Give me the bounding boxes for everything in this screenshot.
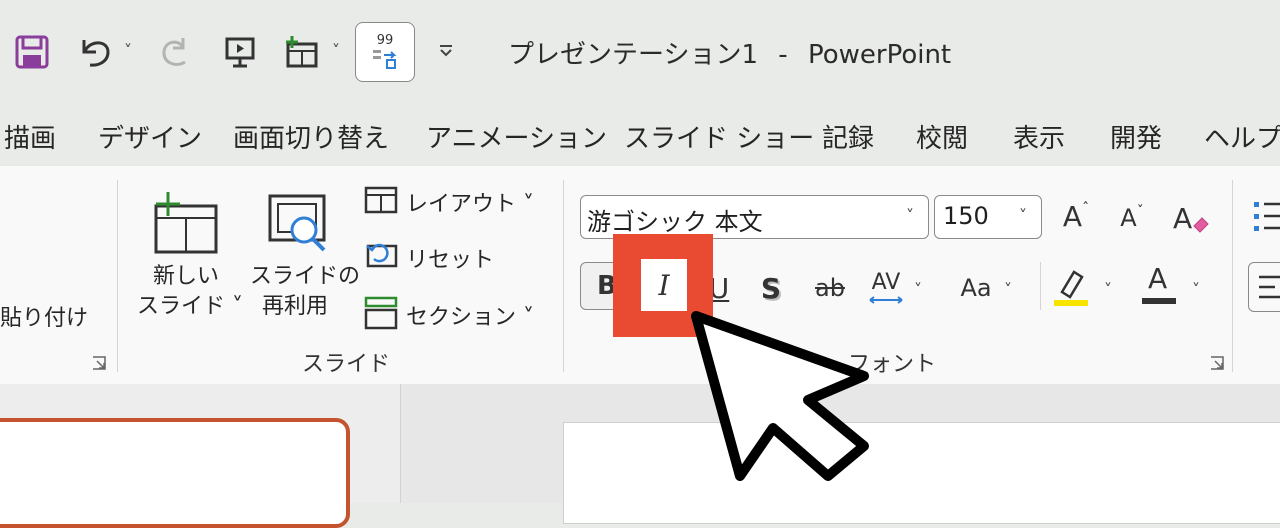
font-color-icon[interactable]: A	[1140, 262, 1180, 310]
separator	[1232, 180, 1233, 372]
font-size-value: 150	[943, 202, 989, 230]
align-left-button[interactable]	[1248, 262, 1280, 312]
tab-help[interactable]: ヘルプ	[1204, 118, 1280, 155]
font-size-box[interactable]: 150 ˅	[934, 195, 1042, 239]
font-color-label: A	[1148, 262, 1168, 295]
layout-icon[interactable]	[364, 186, 400, 216]
tab-record[interactable]: 記録	[822, 118, 874, 155]
font-name-box[interactable]: 游ゴシック 本文 ˅	[580, 195, 929, 239]
chevron-down-icon[interactable]: ˅	[1019, 206, 1027, 225]
grow-font-button[interactable]: Aˆ	[1056, 196, 1096, 236]
tab-view[interactable]: 表示	[1013, 118, 1065, 155]
tab-review[interactable]: 校閲	[916, 118, 968, 155]
undo-icon[interactable]	[74, 30, 118, 74]
window-title: プレゼンテーション1 - PowerPoint	[508, 34, 951, 71]
ocr-badge: 99	[376, 33, 394, 48]
section-button[interactable]: セクション ˅	[406, 299, 534, 331]
grow-font-label: A	[1062, 199, 1083, 233]
italic-label: I	[658, 268, 670, 302]
customize-qat-icon[interactable]	[434, 38, 458, 62]
new-slide-label[interactable]: 新しい	[153, 258, 219, 290]
strikethrough-label: ab	[815, 274, 845, 302]
tab-draw[interactable]: 描画	[4, 118, 56, 155]
new-slide-dropdown[interactable]: スライド ˅	[137, 288, 243, 320]
shrink-font-label: A	[1120, 204, 1137, 232]
chevron-down-icon[interactable]: ˅	[906, 206, 914, 225]
reset-icon[interactable]	[364, 240, 400, 270]
app-name: PowerPoint	[807, 40, 952, 70]
tab-slideshow[interactable]: スライド ショー	[624, 118, 814, 155]
shrink-font-button[interactable]: Aˇ	[1112, 198, 1152, 238]
present-from-start-icon[interactable]	[218, 30, 262, 74]
separator	[117, 180, 118, 372]
redo-icon	[155, 30, 199, 74]
new-slide-icon[interactable]	[280, 30, 324, 74]
tab-design[interactable]: デザイン	[98, 118, 202, 155]
bullets-icon[interactable]	[1252, 198, 1280, 234]
document-name: プレゼンテーション1	[508, 40, 759, 70]
mouse-pointer-icon	[691, 311, 869, 481]
font-name-value: 游ゴシック 本文	[587, 208, 763, 236]
tab-animations[interactable]: アニメーション	[426, 118, 607, 155]
undo-dropdown-chevron-icon[interactable]: ˅	[118, 40, 138, 60]
new-slide-chevron-icon[interactable]: ˅	[326, 40, 346, 60]
character-spacing-label: AV	[871, 269, 901, 295]
clear-formatting-icon[interactable]: A	[1170, 196, 1214, 240]
reuse-slides-label-2[interactable]: 再利用	[262, 288, 328, 320]
chevron-down-icon[interactable]: ˅	[1104, 280, 1112, 299]
highlighter-icon[interactable]	[1052, 262, 1092, 310]
font-launcher-icon[interactable]	[1210, 356, 1224, 370]
separator	[1040, 262, 1041, 310]
layout-button[interactable]: レイアウト ˅	[406, 186, 534, 218]
tab-transitions[interactable]: 画面切り替え	[233, 118, 389, 155]
chevron-down-icon[interactable]: ˅	[1004, 280, 1012, 299]
slide-canvas[interactable]	[563, 422, 1280, 524]
reset-button[interactable]: リセット	[406, 242, 494, 274]
slide-thumbnail[interactable]	[0, 418, 350, 528]
slides-group-label: スライド	[302, 352, 391, 377]
save-icon[interactable]	[12, 32, 52, 72]
change-case-button[interactable]: Aa	[954, 266, 998, 310]
reuse-slides-icon[interactable]	[264, 190, 334, 258]
svg-text:A: A	[1173, 202, 1192, 235]
tab-developer[interactable]: 開発	[1110, 118, 1162, 155]
title-bar: ˅ ˅ 99 プレゼンテーション1 - PowerPoint	[0, 0, 1280, 105]
chevron-down-icon[interactable]: ˅	[1192, 280, 1200, 299]
paste-label[interactable]: 貼り付け	[0, 300, 88, 332]
new-slide-button-icon[interactable]	[148, 190, 224, 258]
section-icon[interactable]	[364, 296, 400, 330]
reuse-slides-label[interactable]: スライドの	[250, 258, 360, 290]
title-separator: -	[778, 40, 788, 70]
clipboard-launcher-icon[interactable]	[92, 356, 106, 370]
separator	[563, 180, 564, 372]
ocr-icon[interactable]: 99	[355, 22, 415, 82]
change-case-label: Aa	[960, 274, 992, 302]
chevron-down-icon[interactable]: ˅	[914, 280, 922, 299]
